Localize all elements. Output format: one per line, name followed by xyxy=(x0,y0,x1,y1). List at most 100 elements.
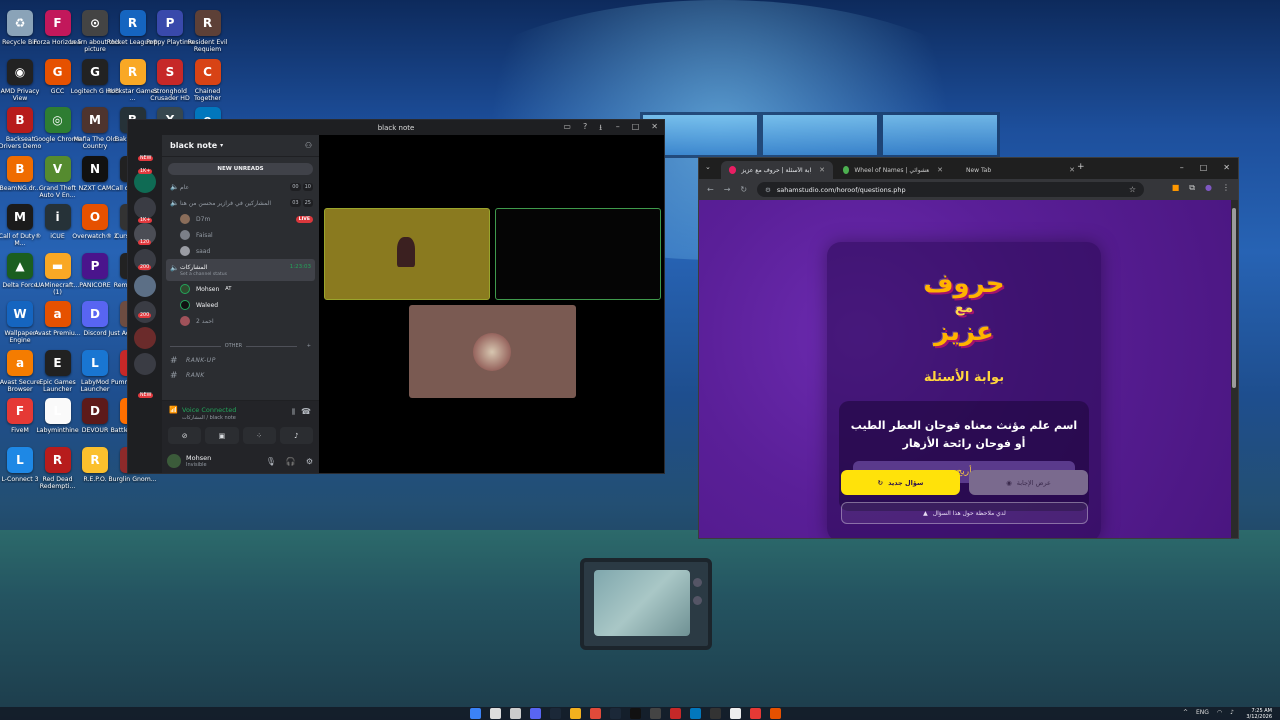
voice-member[interactable]: D7m LIVE xyxy=(162,211,319,227)
extension-icon[interactable]: ■ xyxy=(1172,183,1180,193)
activities-button[interactable]: ⁘ xyxy=(242,427,276,444)
tab-close-icon[interactable]: ✕ xyxy=(1069,166,1075,174)
new-unreads-button[interactable]: NEW UNREADS xyxy=(168,163,313,175)
close-icon[interactable]: ✕ xyxy=(651,122,658,131)
disconnect-icon[interactable]: ☎ xyxy=(301,407,311,416)
steam-icon[interactable] xyxy=(550,708,561,719)
avatar[interactable] xyxy=(167,454,181,468)
soundboard-button[interactable]: ♪ xyxy=(279,427,313,444)
maximize-icon[interactable]: □ xyxy=(1200,163,1208,172)
video-tile[interactable] xyxy=(324,208,490,300)
clock[interactable]: 7:25 AM 3/12/2026 xyxy=(1246,708,1272,720)
text-channel[interactable]: # RANK-UP xyxy=(162,353,319,368)
app-icon[interactable] xyxy=(730,708,741,719)
extensions-puzzle-icon[interactable]: ⧉ xyxy=(1189,183,1195,193)
add-channel-icon[interactable]: + xyxy=(307,343,311,349)
microphone-icon[interactable]: 🎙 xyxy=(266,457,276,466)
address-bar[interactable]: ⚙ sahamstudio.com/horoof/questions.php ☆ xyxy=(757,182,1144,197)
server-header[interactable]: black note ▾ ⚇ xyxy=(162,135,319,157)
maximize-icon[interactable]: □ xyxy=(632,122,640,131)
voice-member[interactable]: Faisal xyxy=(162,227,319,243)
app-icon[interactable] xyxy=(610,708,621,719)
app-icon: G xyxy=(82,58,108,85)
tab-close-icon[interactable]: ✕ xyxy=(819,166,825,174)
server-name: black note xyxy=(170,141,218,150)
add-member-icon[interactable]: ⚇ xyxy=(305,141,312,150)
tab-wheel-of-names[interactable]: Wheel of Names | الاسم العشوائي ✕ xyxy=(835,161,951,179)
inbox-icon[interactable]: ▭ xyxy=(563,122,571,136)
profile-icon[interactable]: ● xyxy=(1205,183,1212,193)
category-other[interactable]: OTHER + xyxy=(162,339,319,353)
text-channel[interactable]: # RANK xyxy=(162,368,319,383)
discord-icon[interactable] xyxy=(530,708,541,719)
video-tile[interactable] xyxy=(409,305,576,398)
server-icon[interactable] xyxy=(134,171,156,193)
nzxt-icon[interactable] xyxy=(630,708,641,719)
tray-overflow-icon[interactable]: ^ xyxy=(1183,709,1188,716)
camera-button[interactable]: ⊘ xyxy=(168,427,202,444)
show-answer-button[interactable]: ◉ عرض الإجابة xyxy=(969,470,1088,495)
new-question-button[interactable]: ↻ سؤال جديد xyxy=(841,470,960,495)
refresh-icon: ↻ xyxy=(877,478,884,487)
reload-icon[interactable]: ↻ xyxy=(740,185,747,194)
server-icon[interactable] xyxy=(134,301,156,323)
voice-location[interactable]: المشاركات / black note xyxy=(182,415,236,421)
desktop-icon[interactable]: C Chained Together xyxy=(185,58,231,102)
member-name: Faisal xyxy=(196,231,213,239)
app-icon[interactable] xyxy=(770,708,781,719)
settings-gear-icon[interactable]: ⚙ xyxy=(306,457,313,466)
channel-status[interactable]: Set a channel status xyxy=(170,272,227,277)
app-icon[interactable] xyxy=(710,708,721,719)
video-tile[interactable] xyxy=(495,208,661,300)
tab-search-icon[interactable]: ⌄ xyxy=(705,163,711,171)
app-icon[interactable] xyxy=(490,708,501,719)
app-icon: a xyxy=(44,301,71,327)
app-icon[interactable] xyxy=(510,708,521,719)
app-icon[interactable] xyxy=(690,708,701,719)
close-icon[interactable]: ✕ xyxy=(1223,163,1230,172)
app-icon: ◎ xyxy=(44,107,71,133)
back-icon[interactable]: ← xyxy=(707,185,714,194)
report-note-button[interactable]: ▲ لدي ملاحظة حول هذا السؤال xyxy=(841,502,1088,524)
channel-general[interactable]: 🔈 عام 00 10 xyxy=(162,179,319,195)
tab-new-tab[interactable]: New Tab ✕ xyxy=(953,161,1075,179)
download-icon[interactable]: ⭳ xyxy=(599,122,602,136)
server-icon[interactable] xyxy=(134,275,156,297)
server-badge: 1K+ xyxy=(138,218,153,223)
voice-member[interactable]: 2 احمد xyxy=(162,313,319,329)
voice-member[interactable]: Waleed xyxy=(162,297,319,313)
start-icon[interactable] xyxy=(470,708,481,719)
language-indicator[interactable]: ENG xyxy=(1196,709,1209,716)
desktop-icon[interactable]: R Resident Evil Requiem xyxy=(185,10,231,53)
minimize-icon[interactable]: – xyxy=(616,122,620,131)
app-icon[interactable] xyxy=(670,708,681,719)
headphones-icon[interactable]: 🎧 xyxy=(286,457,296,466)
new-tab-icon[interactable]: + xyxy=(1077,162,1085,172)
tab-close-icon[interactable]: ✕ xyxy=(937,166,943,174)
volume-icon[interactable]: ♪ xyxy=(1230,709,1234,716)
bookmark-star-icon[interactable]: ☆ xyxy=(1129,185,1136,194)
menu-dots-icon[interactable]: ⋮ xyxy=(1222,183,1230,193)
server-icon[interactable] xyxy=(134,197,156,219)
help-icon[interactable]: ? xyxy=(583,122,587,136)
chrome-icon[interactable] xyxy=(590,708,601,719)
app-icon[interactable] xyxy=(750,708,761,719)
forward-icon[interactable]: → xyxy=(724,185,731,194)
server-icon[interactable] xyxy=(134,327,156,349)
avatar xyxy=(180,246,190,256)
server-icon[interactable] xyxy=(134,353,156,375)
voice-member[interactable]: Mohsen AT xyxy=(162,281,319,297)
channel-voice-room[interactable]: 🔈 المشاركين في فرازير محسن من هنا 03 25 xyxy=(162,195,319,211)
tab-questions[interactable]: بوابة الأسئلة | حروف مع عزيز ✕ xyxy=(721,161,833,179)
site-info-icon[interactable]: ⚙ xyxy=(765,186,771,194)
wifi-icon[interactable]: ◠ xyxy=(1217,709,1222,716)
minimize-icon[interactable]: – xyxy=(1180,163,1184,172)
folder-icon[interactable] xyxy=(570,708,581,719)
server-badge: 1K+ xyxy=(138,169,153,174)
noise-suppression-icon[interactable]: ⫼ xyxy=(292,408,295,417)
channel-active-voice[interactable]: 🔈 المشاركات Set a channel status 1:23:03 xyxy=(166,259,315,281)
screenshare-button[interactable]: ▣ xyxy=(205,427,239,444)
app-icon[interactable] xyxy=(650,708,661,719)
page-scrollbar[interactable] xyxy=(1231,200,1238,538)
voice-member[interactable]: saad xyxy=(162,243,319,259)
